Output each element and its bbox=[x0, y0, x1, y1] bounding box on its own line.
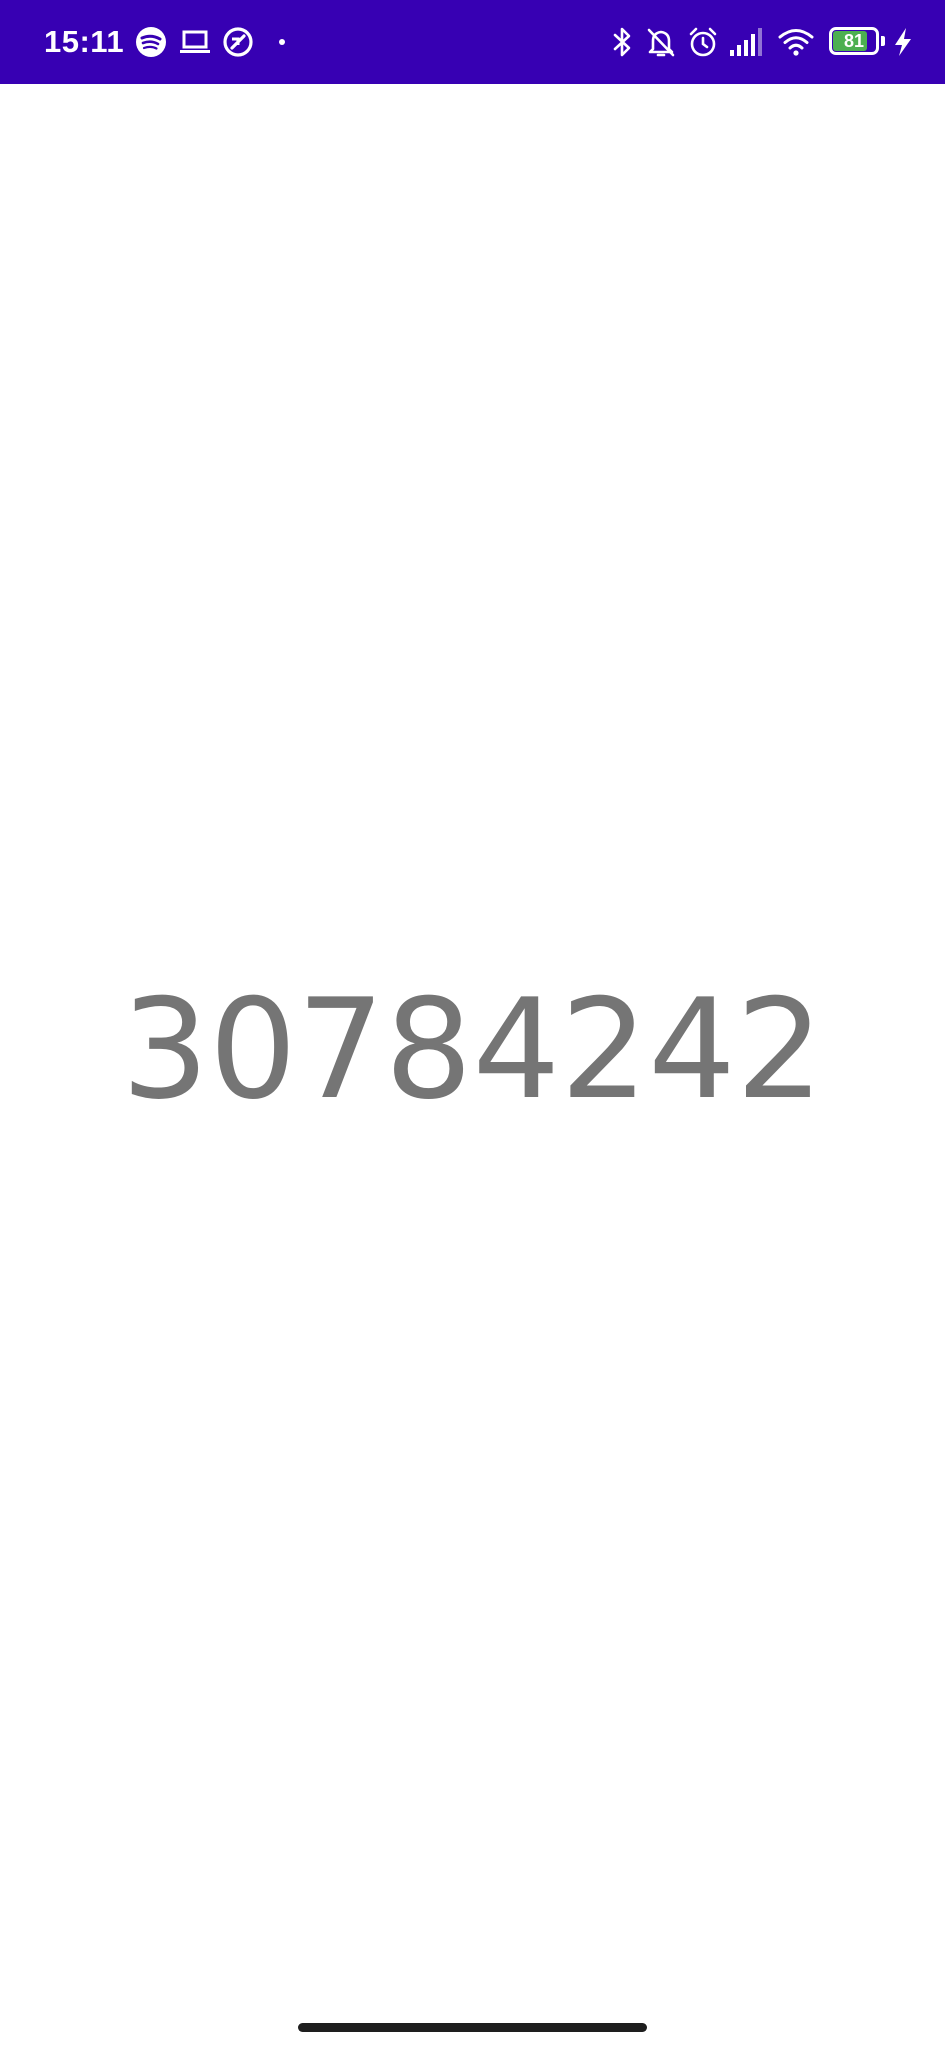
battery-icon: 81 bbox=[829, 27, 887, 57]
app-screen: 15:11 81 30784242 bbox=[0, 0, 945, 2048]
status-bar: 15:11 81 bbox=[0, 0, 945, 84]
main-number: 30784242 bbox=[121, 969, 824, 1130]
charging-icon bbox=[886, 22, 920, 62]
gesture-nav-bar[interactable] bbox=[298, 2023, 647, 2032]
dot-icon bbox=[262, 22, 302, 62]
laptop-icon bbox=[175, 22, 215, 62]
bluetooth-icon bbox=[602, 22, 642, 62]
notifications-off-icon bbox=[641, 22, 681, 62]
data-saver-icon bbox=[218, 22, 258, 62]
wifi-icon bbox=[776, 22, 816, 62]
battery-tip bbox=[881, 36, 885, 46]
spotify-icon bbox=[131, 22, 171, 62]
alarm-icon bbox=[683, 22, 723, 62]
battery-level: 81 bbox=[843, 31, 865, 51]
status-time: 15:11 bbox=[44, 24, 125, 59]
signal-icon bbox=[726, 22, 766, 62]
